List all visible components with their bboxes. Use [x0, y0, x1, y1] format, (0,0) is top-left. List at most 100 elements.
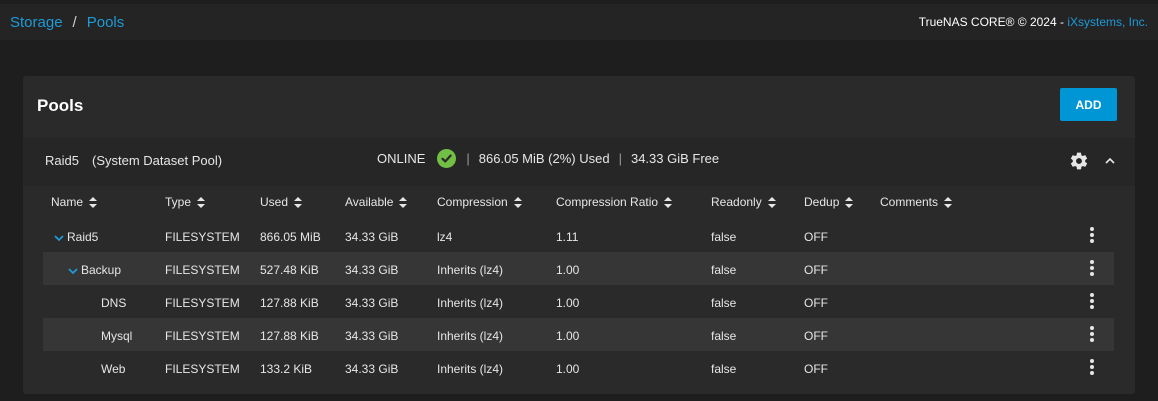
cell-type: FILESYSTEM [165, 296, 240, 310]
pool-system-label: (System Dataset Pool) [92, 153, 223, 168]
cell-available: 34.33 GiB [345, 296, 399, 310]
table-row[interactable]: Mysql FILESYSTEM 127.88 KiB 34.33 GiB Inheri… [43, 318, 1114, 351]
status-separator: | [618, 151, 622, 166]
cell-name: Raid5 [53, 230, 98, 244]
cell-used: 133.2 KiB [260, 362, 313, 376]
cell-readonly: false [711, 329, 737, 343]
add-pool-button[interactable]: ADD [1060, 88, 1117, 121]
column-header-ratio[interactable]: Compression Ratio [556, 195, 673, 209]
sort-icon[interactable] [944, 196, 953, 208]
chevron-down-icon[interactable] [53, 232, 65, 242]
cell-name: Backup [67, 263, 121, 277]
column-header-dedup[interactable]: Dedup [804, 195, 854, 209]
sort-icon[interactable] [513, 196, 522, 208]
cell-name: DNS [101, 296, 126, 310]
dataset-name: Raid5 [67, 230, 99, 244]
cell-ratio: 1.00 [556, 329, 580, 343]
cell-compression: Inherits (lz4) [437, 362, 504, 376]
datasets-table: Name Type Used Available Compression Compress… [43, 186, 1114, 384]
cell-type: FILESYSTEM [165, 263, 240, 277]
cell-ratio: 1.00 [556, 263, 580, 277]
column-header-available[interactable]: Available [345, 195, 408, 209]
sort-icon[interactable] [294, 196, 303, 208]
sort-icon[interactable] [89, 196, 98, 208]
cell-compression: lz4 [437, 230, 453, 244]
copyright: TrueNAS CORE® © 2024 - iXsystems, Inc. [919, 15, 1148, 29]
column-header-label: Compression Ratio [556, 195, 659, 209]
cell-readonly: false [711, 230, 737, 244]
column-header-comments[interactable]: Comments [880, 195, 953, 209]
top-bar: Storage / Pools TrueNAS CORE® © 2024 - i… [0, 4, 1158, 40]
table-row[interactable]: DNS FILESYSTEM 127.88 KiB 34.33 GiB Inherits… [43, 285, 1114, 318]
sort-icon[interactable] [845, 196, 854, 208]
cell-type: FILESYSTEM [165, 230, 240, 244]
pool-header: Raid5 (System Dataset Pool) ONLINE | 866… [23, 138, 1135, 186]
cell-compression: Inherits (lz4) [437, 296, 504, 310]
sort-icon[interactable] [664, 196, 673, 208]
page-title: Pools [37, 96, 84, 115]
cell-used: 127.88 KiB [260, 296, 319, 310]
pool-free: 34.33 GiB Free [630, 151, 720, 166]
table-header: Name Type Used Available Compression Compress… [43, 186, 1114, 219]
table-body: Raid5 FILESYSTEM 866.05 MiB 34.33 GiB lz4 1.1… [43, 219, 1114, 384]
pool-name: Raid5 [45, 153, 79, 168]
dataset-name: Web [101, 362, 126, 376]
table-row[interactable]: Web FILESYSTEM 133.2 KiB 34.33 GiB Inherits … [43, 351, 1114, 384]
pools-card: Pools ADD Raid5 (System Dataset Pool) ON… [23, 76, 1135, 394]
chevron-up-icon[interactable] [1104, 154, 1116, 166]
status-separator: | [466, 151, 470, 166]
column-header-label: Comments [880, 195, 939, 209]
more-vertical-icon[interactable] [1087, 325, 1097, 343]
more-vertical-icon[interactable] [1087, 226, 1097, 244]
column-header-label: Available [345, 195, 394, 209]
more-vertical-icon[interactable] [1087, 358, 1097, 376]
cell-dedup: OFF [804, 230, 828, 244]
sort-icon[interactable] [197, 196, 206, 208]
dataset-name: Mysql [101, 329, 133, 343]
cell-readonly: false [711, 362, 737, 376]
cell-dedup: OFF [804, 296, 828, 310]
dataset-name: DNS [101, 296, 127, 310]
more-vertical-icon[interactable] [1087, 259, 1097, 277]
chevron-down-icon[interactable] [67, 265, 79, 275]
column-header-label: Used [260, 195, 289, 209]
breadcrumb-separator: / [72, 13, 77, 31]
cell-available: 34.33 GiB [345, 362, 399, 376]
cell-type: FILESYSTEM [165, 362, 240, 376]
column-header-used[interactable]: Used [260, 195, 303, 209]
sort-icon[interactable] [767, 196, 776, 208]
pool-status: ONLINE | 866.05 MiB (2%) Used | 34.33 Gi… [377, 149, 719, 168]
cell-name: Mysql [101, 329, 132, 343]
cell-compression: Inherits (lz4) [437, 329, 504, 343]
cell-used: 866.05 MiB [260, 230, 321, 244]
cell-ratio: 1.00 [556, 296, 580, 310]
cell-dedup: OFF [804, 362, 828, 376]
column-header-type[interactable]: Type [165, 195, 206, 209]
column-header-name[interactable]: Name [51, 195, 98, 209]
cell-used: 527.48 KiB [260, 263, 319, 277]
table-row[interactable]: Backup FILESYSTEM 527.48 KiB 34.33 GiB Inher… [43, 252, 1114, 285]
cell-dedup: OFF [804, 329, 828, 343]
breadcrumb-storage[interactable]: Storage [10, 14, 63, 31]
status-text: ONLINE [377, 151, 426, 166]
more-vertical-icon[interactable] [1087, 292, 1097, 310]
cell-readonly: false [711, 263, 737, 277]
copyright-brand-link[interactable]: iXsystems, Inc. [1067, 15, 1148, 29]
cell-name: Web [101, 362, 125, 376]
check-circle-icon [437, 149, 457, 168]
column-header-label: Name [51, 195, 84, 209]
gear-icon[interactable] [1069, 151, 1089, 171]
breadcrumb-pools[interactable]: Pools [87, 14, 125, 31]
cell-used: 127.88 KiB [260, 329, 319, 343]
column-header-compression[interactable]: Compression [437, 195, 522, 209]
column-header-readonly[interactable]: Readonly [711, 195, 776, 209]
column-header-label: Dedup [804, 195, 840, 209]
cell-available: 34.33 GiB [345, 230, 399, 244]
breadcrumb: Storage / Pools [10, 14, 124, 31]
sort-icon[interactable] [399, 196, 408, 208]
cell-available: 34.33 GiB [345, 263, 399, 277]
table-row[interactable]: Raid5 FILESYSTEM 866.05 MiB 34.33 GiB lz4 1.1… [43, 219, 1114, 252]
cell-ratio: 1.11 [556, 230, 579, 244]
cell-dedup: OFF [804, 263, 828, 277]
cell-ratio: 1.00 [556, 362, 580, 376]
